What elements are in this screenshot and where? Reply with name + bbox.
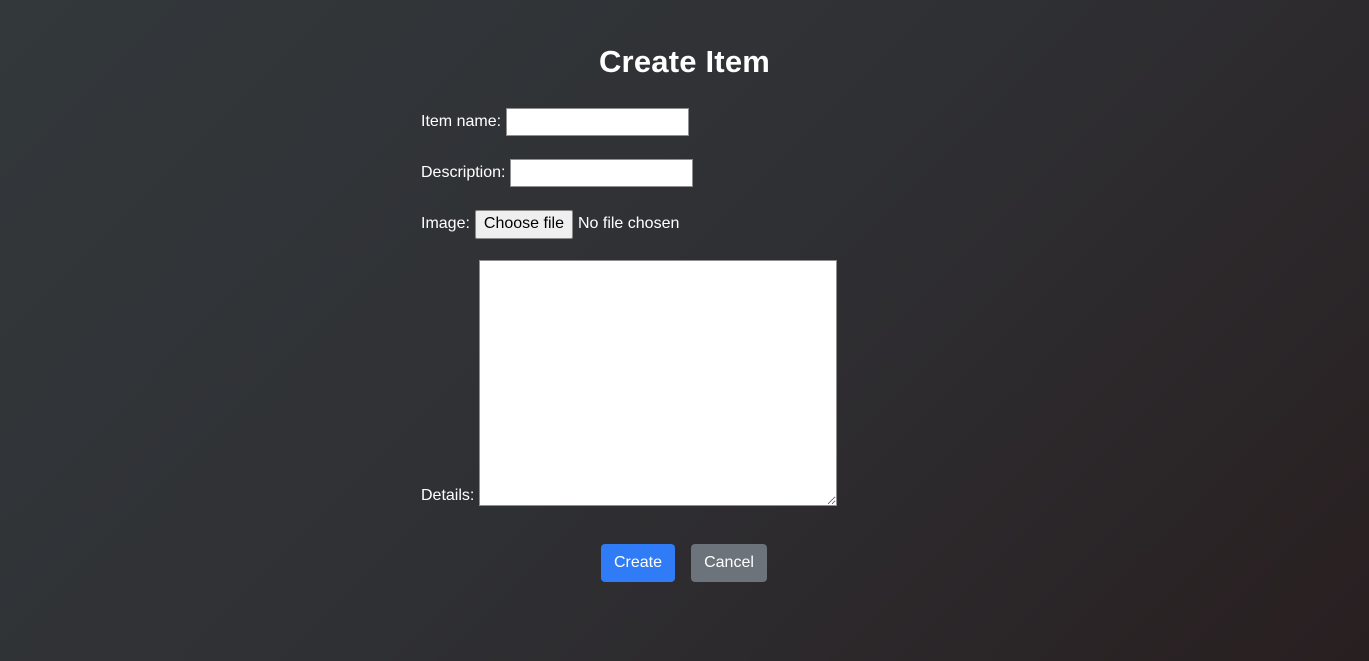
image-row: Image: Choose file No file chosen [421, 209, 679, 239]
item-name-row: Item name: [421, 107, 690, 137]
details-row: Details: [421, 260, 838, 506]
description-row: Description: [421, 158, 694, 188]
description-label: Description: [421, 164, 506, 181]
cancel-button[interactable]: Cancel [691, 544, 767, 582]
file-status-text: No file chosen [577, 215, 680, 232]
create-button[interactable]: Create [601, 544, 675, 582]
description-input[interactable] [510, 159, 694, 187]
item-name-label: Item name: [421, 113, 502, 130]
image-label: Image: [421, 215, 470, 232]
details-label: Details: [421, 487, 475, 504]
details-textarea[interactable] [479, 260, 838, 506]
page-title: Create Item [598, 44, 771, 79]
choose-file-button[interactable]: Choose file [474, 209, 573, 239]
item-name-input[interactable] [506, 108, 690, 136]
